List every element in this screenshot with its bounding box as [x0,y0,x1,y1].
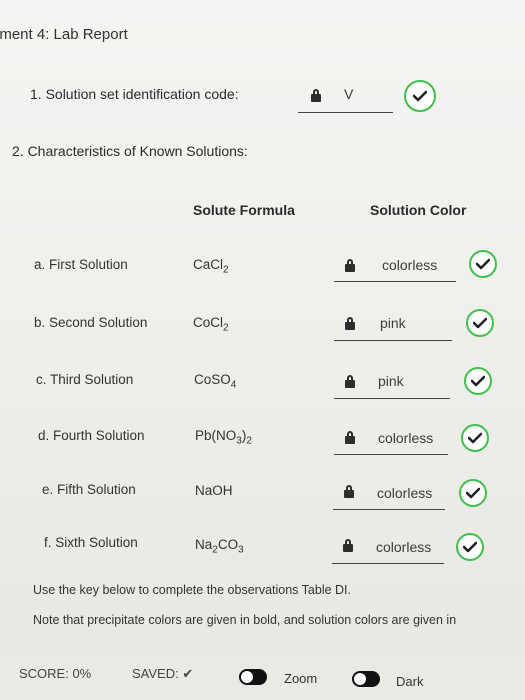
formula: NaOH [195,483,233,498]
saved-label: SAVED: ✔ [132,666,194,681]
check-icon [464,367,492,395]
color-answer-value: colorless [378,430,434,446]
note-line-1: Use the key below to complete the observ… [33,583,351,597]
dark-toggle[interactable] [352,671,380,687]
formula: CoSO4 [194,372,237,391]
q2-label: 2. Characteristics of Known Solutions: [12,143,248,159]
check-icon [459,479,487,507]
formula: Na2CO3 [195,537,244,556]
check-icon [461,424,489,452]
dark-label: Dark [396,674,424,689]
formula: Pb(NO3)2 [195,428,252,447]
q1-label: 1. Solution set identification code: [30,86,239,102]
saved-check-icon: ✔ [182,666,194,681]
check-icon [469,250,497,278]
check-icon [466,309,494,337]
zoom-toggle[interactable] [239,669,267,685]
q1-answer-value: V [344,86,354,102]
check-icon [456,533,484,561]
formula: CaCl2 [193,257,229,276]
color-answer-value: colorless [382,257,438,273]
formula: CoCl2 [193,315,229,334]
score-label: SCORE: 0% [19,666,92,681]
color-answer-value: colorless [377,485,433,501]
row-label: a. First Solution [34,257,128,272]
q1-check-icon [404,80,436,112]
row-label: f. Sixth Solution [44,535,138,550]
row-label: e. Fifth Solution [42,482,136,497]
color-answer-value: pink [378,373,404,389]
note-line-2: Note that precipitate colors are given i… [33,613,457,627]
page-title: iment 4: Lab Report [0,26,128,43]
col-header-color: Solution Color [370,202,467,218]
row-label: d. Fourth Solution [38,428,145,443]
row-label: c. Third Solution [36,372,134,387]
color-answer-value: pink [380,315,406,331]
zoom-label: Zoom [284,671,318,686]
col-header-formula: Solute Formula [193,202,295,218]
row-label: b. Second Solution [34,315,148,330]
color-answer-value: colorless [376,539,432,555]
